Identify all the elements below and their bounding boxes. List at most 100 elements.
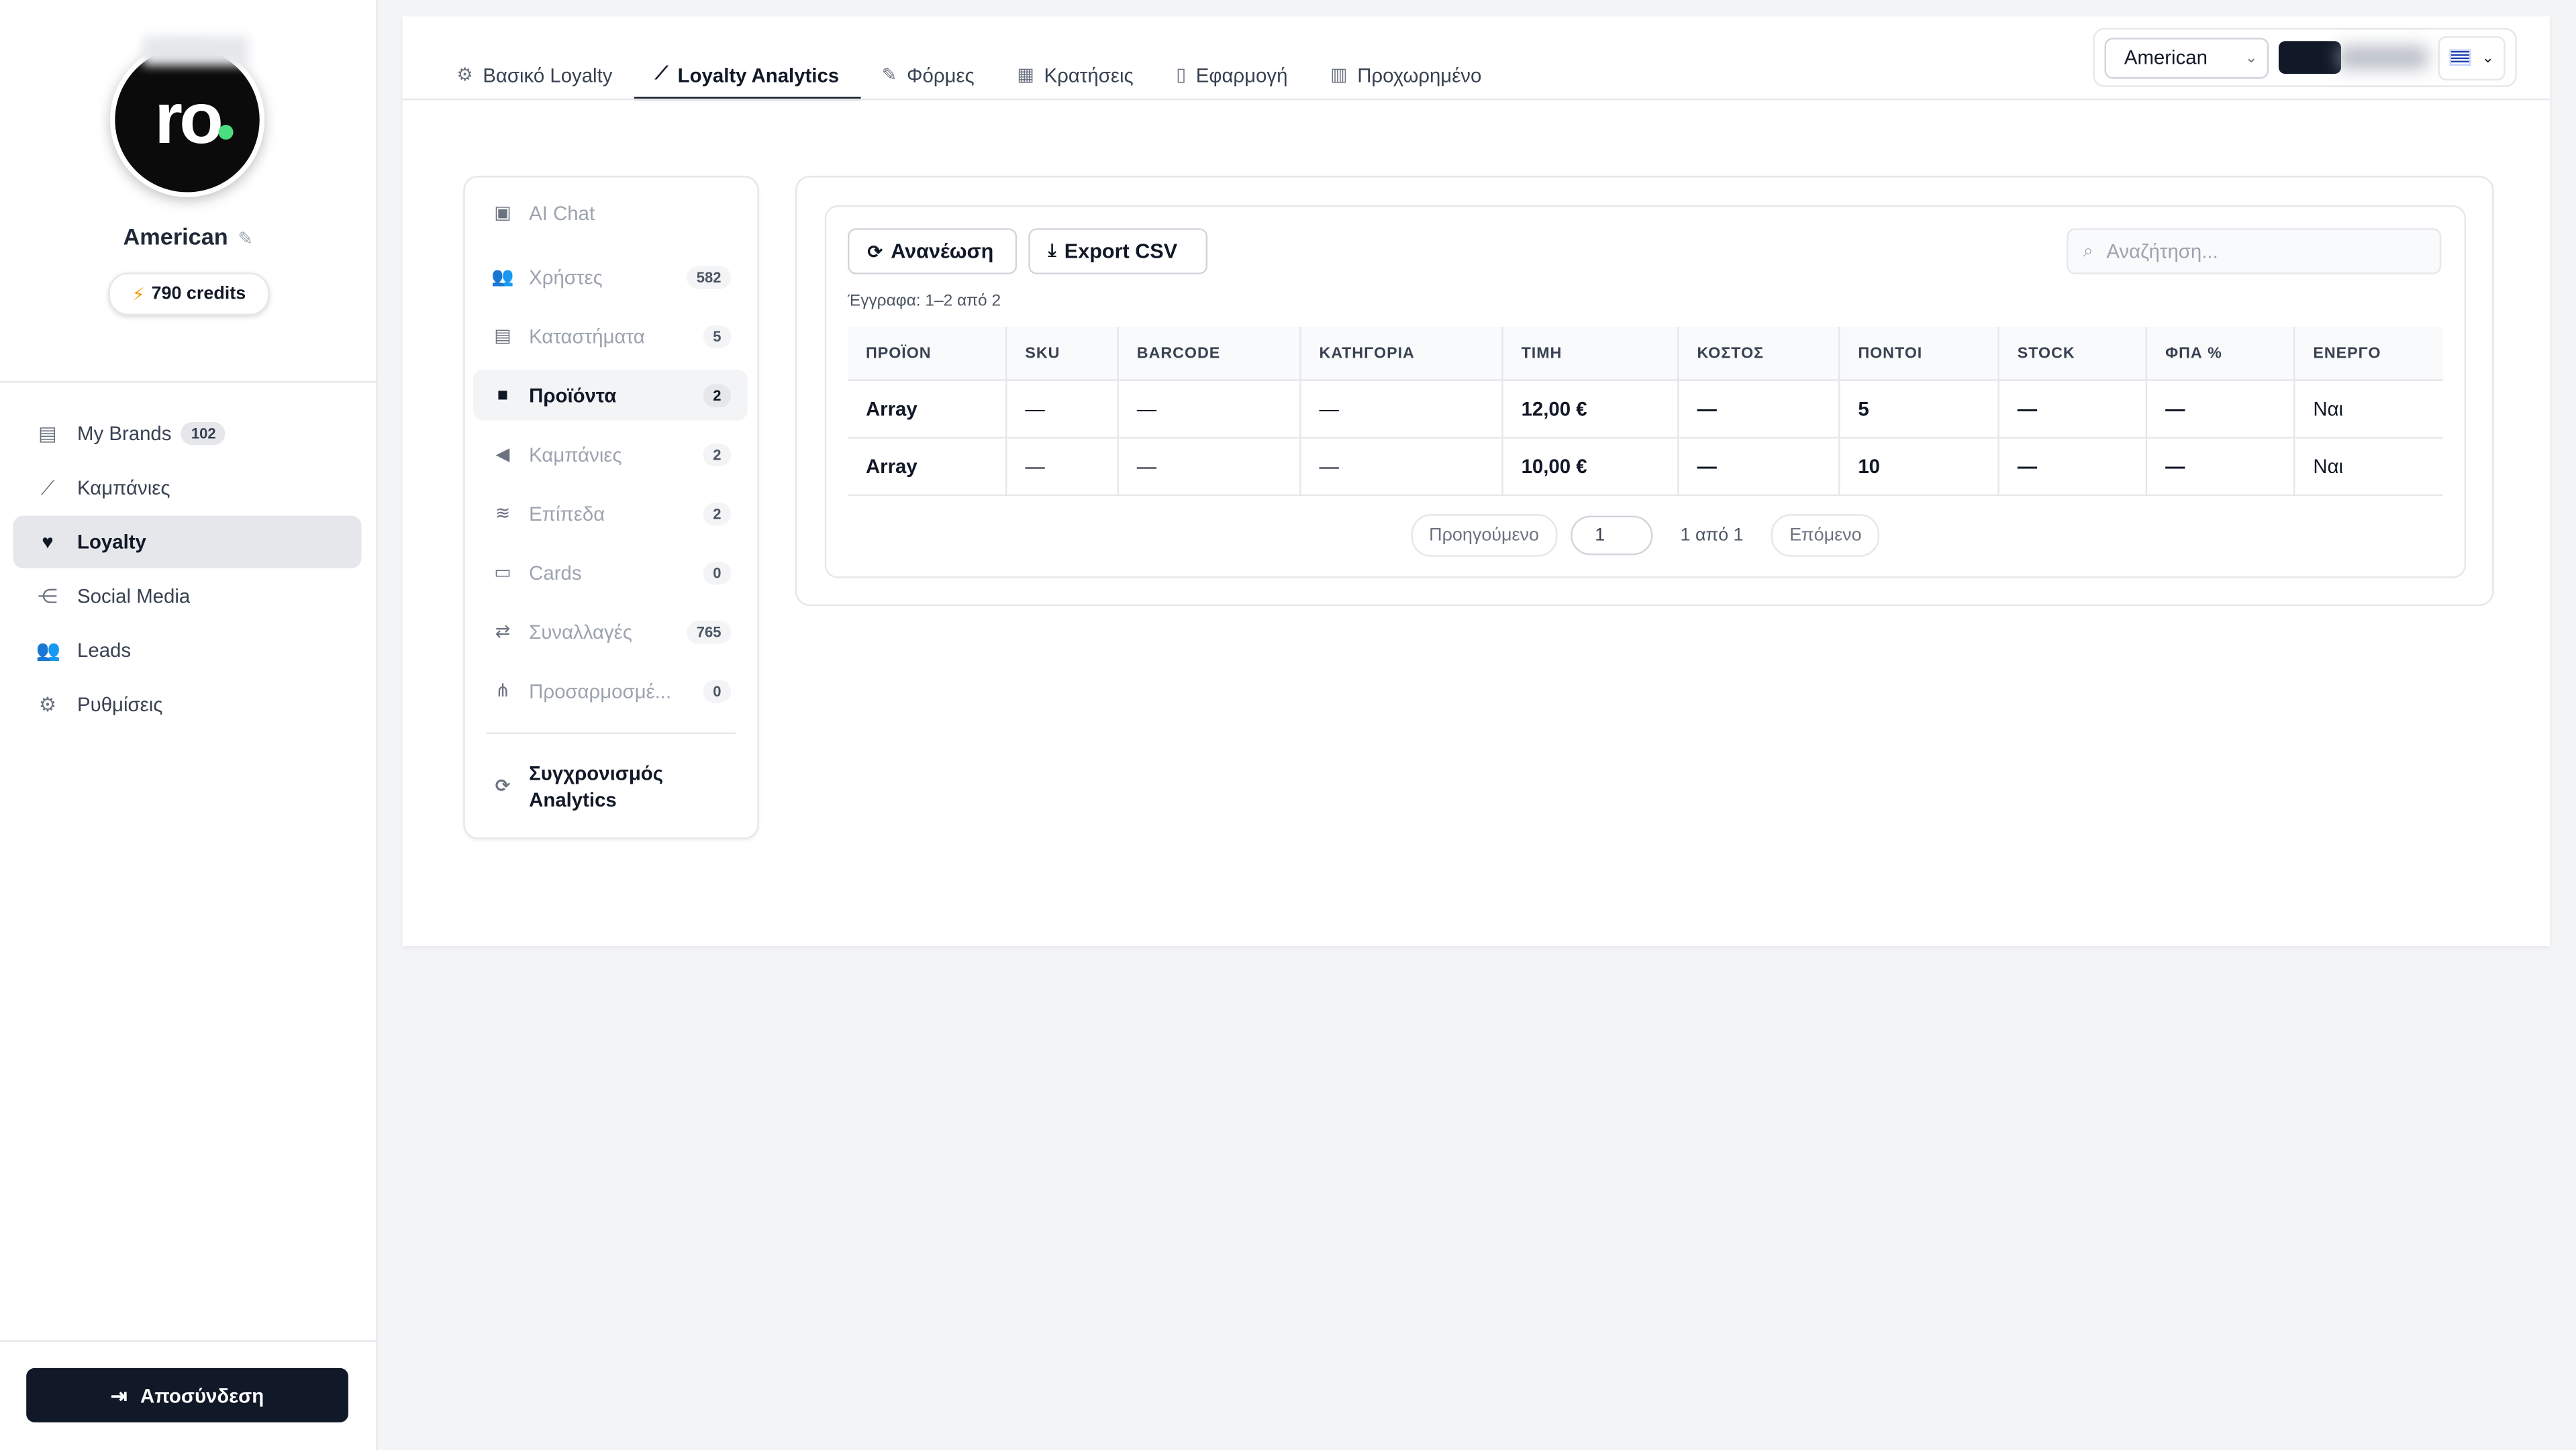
page-info: 1 από 1 (1680, 525, 1744, 546)
sidebar-item-settings[interactable]: ⚙ Ρυθμίσεις (13, 678, 362, 731)
brand-select-value: American (2124, 46, 2208, 69)
chevron-down-icon: ⌄ (2481, 48, 2494, 65)
next-page-button[interactable]: Επόμενο (1771, 514, 1880, 557)
tab-forms[interactable]: ✎ Φόρμες (860, 49, 996, 100)
column-header[interactable]: ΠΡΟΪΟΝ (848, 327, 1007, 381)
subnav-item-stores[interactable]: ▤ Καταστήματα 5 (473, 311, 748, 362)
column-header[interactable]: SKU (1006, 327, 1119, 381)
tab-label: Βασικό Loyalty (483, 63, 613, 87)
pencil-icon[interactable]: ✎ (238, 230, 253, 250)
tab-loyalty-analytics[interactable]: ⟋ Loyalty Analytics (634, 49, 860, 101)
column-header[interactable]: ΚΑΤΗΓΟΡΙΑ (1300, 327, 1503, 381)
sidebar-item-label: Loyalty (77, 530, 146, 554)
column-header[interactable]: STOCK (1998, 327, 2148, 381)
search-input[interactable] (2103, 238, 2422, 265)
subnav-item-levels[interactable]: ≋ Επίπεδα 2 (473, 488, 748, 539)
count-badge: 2 (703, 383, 732, 407)
brand-avatar[interactable]: ro (109, 36, 265, 197)
column-header[interactable]: ΤΙΜΗ (1502, 327, 1679, 381)
sidebar-item-social-media[interactable]: ⋲ Social Media (13, 570, 362, 622)
page-number-input[interactable]: 1 (1570, 515, 1652, 556)
redacted-area (2336, 46, 2428, 69)
subnav-item-cards[interactable]: ▭ Cards 0 (473, 547, 748, 598)
column-header[interactable]: BARCODE (1118, 327, 1301, 381)
table-cell: 10 (1839, 437, 1999, 497)
subnav-item-campaigns[interactable]: ◀ Καμπάνιες 2 (473, 429, 748, 480)
dark-button[interactable] (2279, 41, 2340, 74)
sidebar-item-campaigns[interactable]: ⟋ Καμπάνιες (13, 462, 362, 514)
table-cell: — (1118, 437, 1301, 497)
table-cell: — (1118, 380, 1301, 439)
export-label: Export CSV (1064, 240, 1178, 263)
app-root: ro American ✎ ⚡ 790 credits ▤ My Brands 1… (0, 0, 2576, 1450)
subnav-item-transactions[interactable]: ⇄ Συναλλαγές 765 (473, 606, 748, 657)
products-card: ⟳ Ανανέωση ⤓ Export CSV ⌕ Έγγραφα: 1–2 α… (795, 175, 2494, 607)
refresh-button[interactable]: ⟳ Ανανέωση (848, 228, 1018, 274)
language-select[interactable]: ⌄ (2437, 35, 2506, 80)
cogs-icon: ⚙ (456, 65, 473, 86)
table-header-row: ΠΡΟΪΟΝ SKU BARCODE ΚΑΤΗΓΟΡΙΑ ΤΙΜΗ ΚΟΣΤΟΣ… (848, 327, 2443, 381)
column-header[interactable]: ΚΟΣΤΟΣ (1678, 327, 1840, 381)
sidebar-item-loyalty[interactable]: ♥ Loyalty (13, 515, 362, 568)
divider (0, 380, 377, 383)
subnav-item-products[interactable]: ■ Προϊόντα 2 (473, 369, 748, 421)
tab-app[interactable]: ▯ Εφαρμογή (1154, 49, 1309, 100)
tab-basic-loyalty[interactable]: ⚙ Βασικό Loyalty (436, 49, 634, 100)
edit-icon: ✎ (881, 65, 897, 86)
mobile-icon: ▯ (1176, 65, 1187, 86)
sidebar-item-my-brands[interactable]: ▤ My Brands 102 (13, 407, 362, 460)
table-cell: — (1300, 380, 1503, 439)
export-csv-button[interactable]: ⤓ Export CSV (1028, 228, 1208, 274)
prev-page-button[interactable]: Προηγούμενο (1411, 514, 1557, 557)
table-cell: — (1998, 437, 2148, 497)
records-info: Έγγραφα: 1–2 από 2 (848, 292, 1001, 311)
sync-label-line-2: Analytics (529, 788, 617, 812)
table-row[interactable]: Array — — — 12,00 € — 5 — — Ναι (848, 380, 2443, 439)
tab-advanced[interactable]: ▥ Προχωρημένο (1309, 49, 1503, 100)
avatar-text: ro (154, 79, 224, 160)
store-icon: ▤ (494, 327, 511, 347)
sidebar-nav: ▤ My Brands 102 ⟋ Καμπάνιες ♥ Loyalty ⋲ … (13, 407, 362, 733)
sidebar: ro American ✎ ⚡ 790 credits ▤ My Brands 1… (0, 0, 378, 1450)
chevron-down-icon: ⌄ (2244, 48, 2258, 65)
sync-analytics-button[interactable]: ⟳ Συγχρονισμός Analytics (473, 760, 748, 813)
chart-line-icon: ⟋ (655, 64, 668, 84)
subnav-item-label: Προσαρμοσμέ... (529, 679, 672, 703)
sidebar-item-label: My Brands (77, 422, 172, 446)
greek-flag-icon (2448, 49, 2471, 66)
bolt-icon: ⚡ (132, 284, 145, 305)
count-badge: 5 (703, 324, 732, 348)
subnav-item-label: Επίπεδα (529, 501, 605, 525)
table-cell: — (1678, 437, 1840, 497)
brand-select[interactable]: American ⌄ (2104, 37, 2269, 79)
brand-name: American ✎ (0, 223, 377, 250)
sidebar-item-label: Ρυθμίσεις (77, 692, 163, 717)
main-panel: ⚙ Βασικό Loyalty ⟋ Loyalty Analytics ✎ Φ… (402, 16, 2550, 946)
analytics-subnav: ▣ AI Chat 👥 Χρήστες 582 ▤ Καταστήματα 5 … (463, 175, 759, 839)
column-header[interactable]: ΕΝΕΡΓΟ (2294, 327, 2443, 381)
brand-name-text: American (123, 223, 228, 250)
subnav-item-custom[interactable]: ⋔ Προσαρμοσμέ... 0 (473, 665, 748, 716)
subnav-item-label: Καμπάνιες (529, 442, 622, 466)
column-header[interactable]: ΠΟΝΤΟΙ (1839, 327, 1999, 381)
heart-icon: ♥ (42, 530, 54, 554)
sidebar-item-leads[interactable]: 👥 Leads (13, 624, 362, 676)
count-badge: 765 (687, 620, 732, 643)
bag-icon: ■ (497, 384, 509, 405)
column-header[interactable]: ΦΠΑ % (2146, 327, 2295, 381)
table-row[interactable]: Array — — — 10,00 € — 10 — — Ναι (848, 437, 2443, 497)
tab-bar: ⚙ Βασικό Loyalty ⟋ Loyalty Analytics ✎ Φ… (436, 49, 1503, 101)
logout-button[interactable]: ⇥ Αποσύνδεση (26, 1367, 348, 1422)
table-cell: 5 (1839, 380, 1999, 439)
diagram-icon: ⋔ (495, 681, 511, 702)
avatar-circle: ro (109, 42, 265, 197)
sync-label: Συγχρονισμός Analytics (529, 760, 663, 813)
table-cell: — (1300, 437, 1503, 497)
search-field: ⌕ (2067, 228, 2442, 274)
tab-bookings[interactable]: ▦ Κρατήσεις (996, 49, 1155, 100)
subnav-item-ai-chat[interactable]: ▣ AI Chat (473, 187, 748, 238)
credits-badge: ⚡ 790 credits (108, 272, 270, 315)
refresh-label: Ανανέωση (891, 240, 994, 263)
subnav-item-users[interactable]: 👥 Χρήστες 582 (473, 251, 748, 302)
table-cell: Ναι (2294, 380, 2443, 439)
